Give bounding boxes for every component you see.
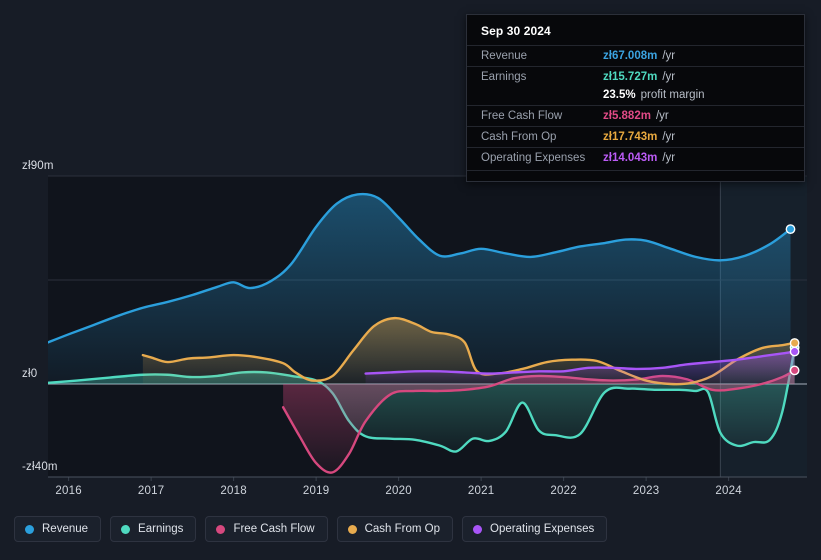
- legend-color-dot-icon: [347, 524, 357, 534]
- tooltip-row-value: zł5.882m: [603, 110, 651, 122]
- tooltip-date: Sep 30 2024: [481, 24, 551, 38]
- legend-item-label: Free Cash Flow: [233, 523, 315, 535]
- x-axis-tick-label: 2020: [385, 485, 412, 497]
- tooltip-row-unit: /yr: [662, 152, 676, 164]
- tooltip-profit-margin-row: .23.5% profit margin: [467, 87, 804, 105]
- x-axis-tick-label: 2018: [220, 485, 247, 497]
- tooltip-row-label: Free Cash Flow: [481, 110, 563, 122]
- x-axis-tick-label: 2017: [137, 485, 165, 497]
- x-axis-tick-label: 2023: [632, 485, 660, 497]
- tooltip-row: Cash From Op zł17.743m/yr: [467, 126, 804, 147]
- legend-item-label: Earnings: [138, 523, 184, 535]
- y-axis-tick-label: -zł40m: [22, 461, 58, 473]
- tooltip-row-unit: /yr: [662, 71, 676, 83]
- legend-color-dot-icon: [25, 524, 34, 534]
- tooltip-row: Earnings zł15.727m/yr: [467, 66, 804, 87]
- tooltip-row-label: Cash From Op: [481, 131, 557, 143]
- tooltip-row-value: zł14.043m: [603, 152, 658, 164]
- tooltip-footer-divider: [467, 170, 804, 175]
- legend-item-label: Operating Expenses: [490, 523, 595, 535]
- tooltip-row-unit: /yr: [662, 50, 676, 62]
- chart-page: zł90m zł0 -zł40m 2016 2017 2018 2019 2020 2021 2…: [0, 0, 821, 560]
- endpoint-marker-free-cash-flow: [789, 365, 800, 376]
- tooltip-row-value: zł17.743m: [603, 131, 658, 143]
- legend-item-operating-expenses[interactable]: Operating Expenses: [462, 516, 608, 542]
- legend-item-label: Revenue: [42, 523, 89, 535]
- endpoint-marker-operating-expenses: [789, 346, 800, 357]
- chart-tooltip: Sep 30 2024 Revenue zł67.008m/yr Earnings z…: [466, 14, 805, 182]
- tooltip-row-unit: /yr: [662, 131, 676, 143]
- legend-item-label: Cash From Op: [364, 523, 441, 535]
- profit-margin-label: profit margin: [640, 89, 705, 101]
- tooltip-row-label: Revenue: [481, 50, 528, 62]
- x-axis-tick-label: 2022: [550, 485, 577, 497]
- tooltip-row: Free Cash Flow zł5.882m/yr: [467, 105, 804, 126]
- tooltip-row: Revenue zł67.008m/yr: [467, 45, 804, 66]
- y-axis-tick-label: zł0: [22, 368, 38, 380]
- legend-item-revenue[interactable]: Revenue: [14, 516, 102, 542]
- tooltip-row: Operating Expenses zł14.043m/yr: [467, 147, 804, 168]
- y-axis-tick-label: zł90m: [22, 160, 54, 172]
- tooltip-row-label: Earnings: [481, 71, 527, 83]
- tooltip-row-label-spacer: .: [481, 89, 603, 101]
- endpoint-marker-cash-from-op: [789, 338, 800, 348]
- endpoint-marker-revenue: [785, 224, 796, 235]
- x-axis-tick-label: 2019: [302, 485, 330, 497]
- tooltip-row-value: zł67.008m: [603, 50, 658, 62]
- profit-margin-value: 23.5%: [603, 89, 636, 101]
- legend-item-free-cash-flow[interactable]: Free Cash Flow: [205, 516, 328, 542]
- legend-color-dot-icon: [473, 524, 483, 534]
- tooltip-rows: Revenue zł67.008m/yr Earnings zł15.727m/yr.…: [467, 45, 804, 168]
- legend-color-dot-icon: [216, 524, 226, 534]
- legend-color-dot-icon: [121, 524, 131, 534]
- tooltip-row-label: Operating Expenses: [481, 152, 586, 164]
- x-axis-tick-label: 2021: [467, 485, 495, 497]
- x-axis-tick-label: 2016: [55, 485, 82, 497]
- legend-item-cash-from-op[interactable]: Cash From Op: [336, 516, 454, 542]
- tooltip-row-unit: /yr: [655, 110, 669, 122]
- chart-legend: Revenue Earnings Free Cash Flow Cash From O…: [14, 516, 608, 542]
- x-axis-tick-label: 2024: [715, 485, 742, 497]
- tooltip-row-value: zł15.727m: [603, 71, 658, 83]
- legend-item-earnings[interactable]: Earnings: [110, 516, 197, 542]
